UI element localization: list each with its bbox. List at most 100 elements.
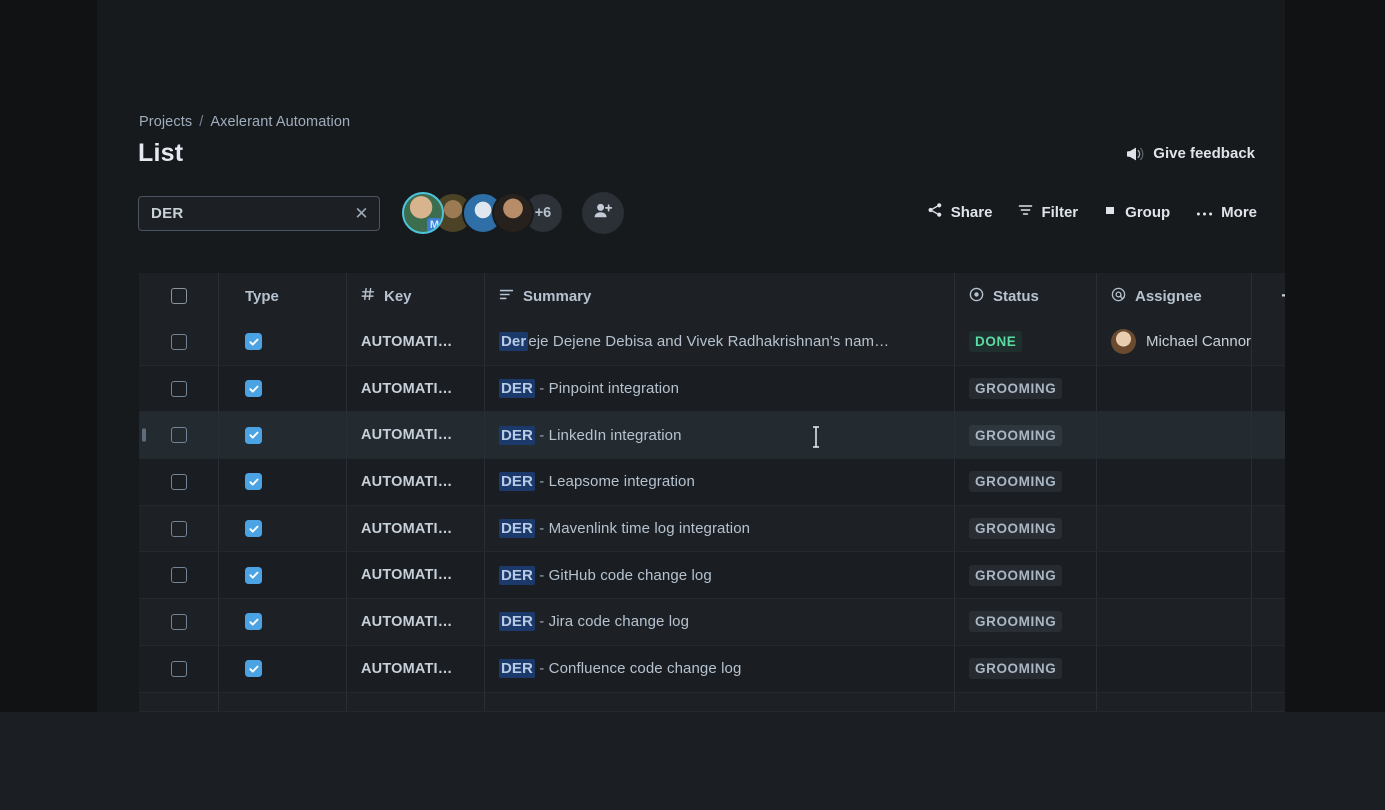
status-badge: GROOMING: [969, 611, 1062, 632]
row-checkbox[interactable]: [171, 614, 187, 630]
issue-summary-cell[interactable]: DER - GitHub code change log: [485, 552, 955, 598]
add-column-button[interactable]: +: [1252, 273, 1285, 319]
issue-assignee-cell[interactable]: [1097, 552, 1252, 598]
row-checkbox[interactable]: [171, 381, 187, 397]
table-row[interactable]: AUTOMATI…DER - GitHub code change log GRO…: [139, 552, 1285, 599]
avatar[interactable]: [492, 192, 534, 234]
issue-status-cell[interactable]: GROOMING: [955, 646, 1097, 692]
breadcrumb-projects[interactable]: Projects: [139, 114, 192, 130]
issue-summary-cell[interactable]: Dereje Dejene Debisa and Vivek Radhakris…: [485, 319, 955, 365]
issue-status-cell[interactable]: GROOMING: [955, 459, 1097, 505]
avatar[interactable]: M: [402, 192, 444, 234]
column-header-assignee[interactable]: Assignee: [1097, 273, 1252, 319]
row-select-cell[interactable]: [139, 552, 219, 598]
issue-key-cell[interactable]: AUTOMATI…: [347, 366, 485, 412]
table-row[interactable]: AUTOMATI…DER - Pinpoint integrationGROOM…: [139, 366, 1285, 413]
issue-assignee-cell[interactable]: [1097, 646, 1252, 692]
issue-key-cell[interactable]: AUTOMATI…: [347, 552, 485, 598]
issue-status-cell[interactable]: GROOMING: [955, 412, 1097, 458]
row-checkbox[interactable]: [171, 521, 187, 537]
issue-status-cell[interactable]: GROOMING: [955, 366, 1097, 412]
share-button[interactable]: Share: [927, 202, 993, 222]
row-checkbox[interactable]: [171, 474, 187, 490]
issue-assignee-cell[interactable]: Michael Cannor: [1097, 319, 1252, 365]
more-button[interactable]: More: [1196, 204, 1257, 221]
issue-key-cell[interactable]: AUTOMATI…: [347, 506, 485, 552]
issue-assignee-cell[interactable]: [1097, 366, 1252, 412]
issue-assignee-cell[interactable]: [1097, 412, 1252, 458]
summary-dash: -: [539, 613, 544, 630]
row-checkbox[interactable]: [171, 334, 187, 350]
row-select-cell[interactable]: [139, 599, 219, 645]
search-input[interactable]: [151, 205, 352, 222]
issue-summary-cell[interactable]: DER - Jira code change log: [485, 599, 955, 645]
text-cursor: [811, 426, 821, 448]
issue-key-cell[interactable]: AUTOMATI…: [347, 459, 485, 505]
clear-search-icon[interactable]: ✕: [352, 203, 371, 225]
issue-summary-cell[interactable]: DER - Mavenlink time log integration: [485, 506, 955, 552]
issue-type-cell[interactable]: [219, 366, 347, 412]
issue-summary-cell[interactable]: DER - Pinpoint integration: [485, 366, 955, 412]
table-row[interactable]: AUTOMATI…DER - Jira code change log GROOM…: [139, 599, 1285, 646]
issue-status-cell[interactable]: GROOMING: [955, 599, 1097, 645]
column-header-key[interactable]: Key: [347, 273, 485, 319]
column-header-status[interactable]: Status: [955, 273, 1097, 319]
issue-type-cell[interactable]: [219, 552, 347, 598]
filter-button[interactable]: Filter: [1018, 203, 1078, 221]
issue-assignee-cell[interactable]: [1097, 599, 1252, 645]
row-select-cell[interactable]: [139, 459, 219, 505]
issue-type-cell[interactable]: [219, 459, 347, 505]
table-row[interactable]: AUTOMATI…DER - Mavenlink time log integr…: [139, 506, 1285, 553]
table-row[interactable]: AUTOMATI…DER - LinkedIn integrationGROOM…: [139, 412, 1285, 459]
table-row-partial[interactable]: [139, 693, 1285, 712]
row-select-cell[interactable]: [139, 506, 219, 552]
column-header-type[interactable]: Type: [219, 273, 347, 319]
row-checkbox[interactable]: [171, 661, 187, 677]
column-header-key-label: Key: [384, 288, 412, 305]
row-select-cell[interactable]: [139, 319, 219, 365]
breadcrumb-project[interactable]: Axelerant Automation: [210, 114, 350, 130]
issue-key-cell[interactable]: AUTOMATI…: [347, 646, 485, 692]
issue-type-cell[interactable]: [219, 506, 347, 552]
status-badge: GROOMING: [969, 565, 1062, 586]
add-person-button[interactable]: [582, 192, 624, 234]
group-label: Group: [1125, 204, 1170, 221]
table-row[interactable]: AUTOMATI…DER - Leapsome integrationGROOM…: [139, 459, 1285, 506]
issue-key-cell[interactable]: AUTOMATI…: [347, 319, 485, 365]
row-select-cell[interactable]: [139, 646, 219, 692]
issue-type-cell[interactable]: [219, 646, 347, 692]
issue-type-cell[interactable]: [219, 412, 347, 458]
search-match-highlight: Der: [499, 332, 528, 351]
search-match-highlight: DER: [499, 566, 535, 585]
issue-status-cell[interactable]: GROOMING: [955, 506, 1097, 552]
issue-type-cell[interactable]: [219, 319, 347, 365]
issue-type-cell[interactable]: [219, 599, 347, 645]
issue-assignee-cell[interactable]: [1097, 459, 1252, 505]
column-header-summary[interactable]: Summary: [485, 273, 955, 319]
issue-key-cell[interactable]: AUTOMATI…: [347, 412, 485, 458]
search-input-container[interactable]: ✕: [138, 196, 380, 231]
row-drag-handle[interactable]: [142, 429, 146, 442]
issue-status-cell[interactable]: GROOMING: [955, 552, 1097, 598]
group-button[interactable]: Group: [1104, 204, 1170, 221]
row-select-cell[interactable]: [139, 412, 219, 458]
row-checkbox[interactable]: [171, 567, 187, 583]
issue-summary-cell[interactable]: DER - LinkedIn integration: [485, 412, 955, 458]
issue-summary-cell[interactable]: DER - Leapsome integration: [485, 459, 955, 505]
table-row[interactable]: AUTOMATI…Dereje Dejene Debisa and Vivek …: [139, 319, 1285, 366]
row-extra-cell: [1252, 366, 1285, 412]
row-checkbox[interactable]: [171, 427, 187, 443]
issue-summary-cell[interactable]: DER - Confluence code change log: [485, 646, 955, 692]
select-all-checkbox[interactable]: [171, 288, 187, 304]
issue-status-cell[interactable]: DONE: [955, 319, 1097, 365]
give-feedback-button[interactable]: Give feedback: [1125, 145, 1255, 162]
assignee-cell-content[interactable]: Michael Cannor: [1111, 329, 1251, 354]
row-select-cell[interactable]: [139, 366, 219, 412]
issue-key-cell[interactable]: AUTOMATI…: [347, 599, 485, 645]
issue-assignee-cell[interactable]: [1097, 506, 1252, 552]
table-row[interactable]: AUTOMATI…DER - Confluence code change lo…: [139, 646, 1285, 693]
app-screen: Projects / Axelerant Automation List Giv…: [0, 0, 1385, 810]
member-avatar-group[interactable]: M +6: [402, 192, 564, 234]
column-header-select[interactable]: [139, 273, 219, 319]
row-extra-cell: [1252, 506, 1285, 552]
